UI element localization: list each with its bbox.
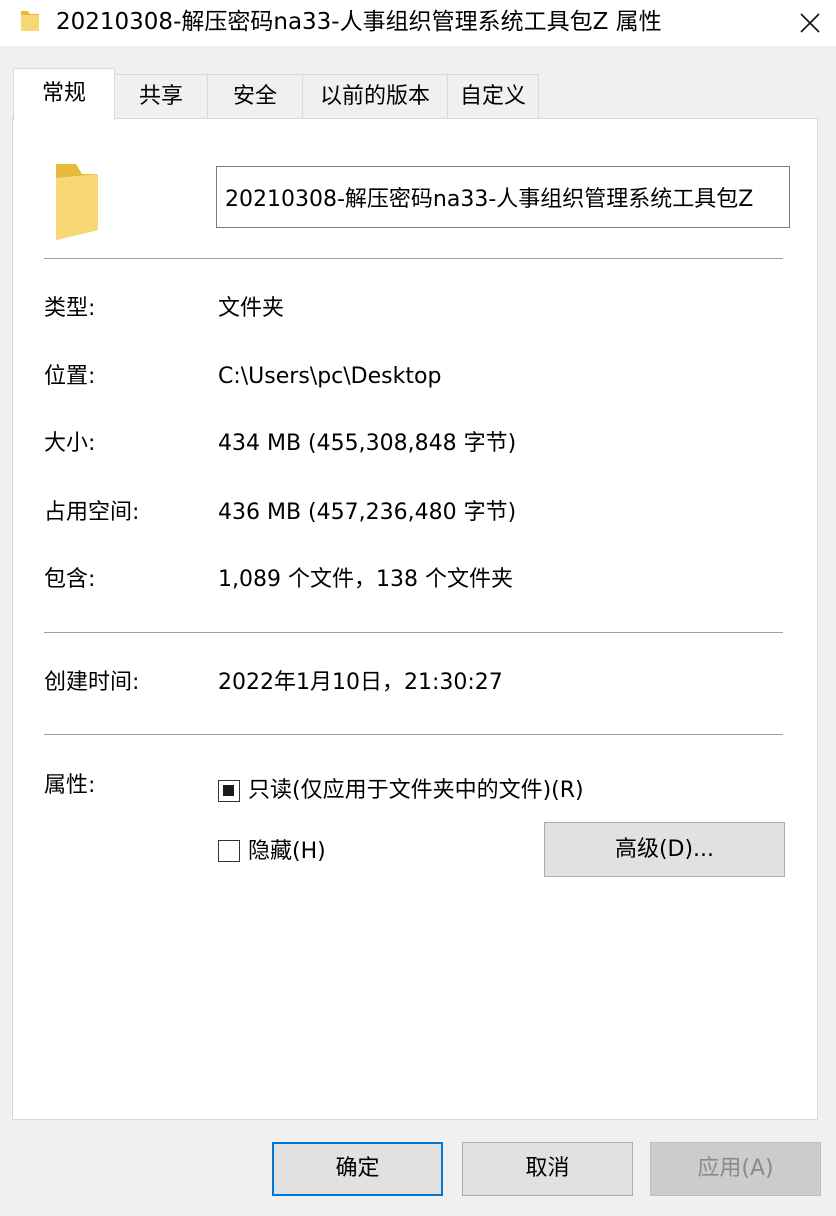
apply-button[interactable]: 应用(A): [650, 1142, 821, 1196]
window-title: 20210308-解压密码na33-人事组织管理系统工具包Z 属性: [56, 9, 662, 35]
type-value: 文件夹: [218, 296, 285, 321]
created-value: 2022年1月10日，21:30:27: [218, 670, 503, 695]
location-label: 位置:: [44, 364, 96, 389]
ok-button[interactable]: 确定: [272, 1142, 443, 1196]
folder-icon: [52, 160, 102, 244]
tab-general[interactable]: 常规: [13, 68, 115, 120]
tab-sharing[interactable]: 共享: [114, 74, 208, 118]
tab-customize[interactable]: 自定义: [447, 74, 539, 118]
cancel-button[interactable]: 取消: [462, 1142, 633, 1196]
size-value: 434 MB (455,308,848 字节): [218, 431, 517, 456]
hidden-label[interactable]: 隐藏(H): [248, 837, 326, 867]
contains-label: 包含:: [44, 567, 96, 592]
created-label: 创建时间:: [44, 670, 140, 695]
contains-value: 1,089 个文件，138 个文件夹: [218, 567, 513, 592]
location-value: C:\Users\pc\Desktop: [218, 364, 442, 389]
indeterminate-mark: [223, 785, 234, 796]
hidden-checkbox[interactable]: [218, 840, 240, 862]
folder-icon: [20, 9, 40, 33]
tab-security[interactable]: 安全: [207, 74, 303, 118]
tab-previous-versions[interactable]: 以前的版本: [302, 74, 448, 118]
size-on-disk-value: 436 MB (457,236,480 字节): [218, 500, 517, 525]
separator: [44, 734, 783, 735]
type-label: 类型:: [44, 296, 96, 321]
separator: [44, 632, 783, 633]
size-on-disk-label: 占用空间:: [44, 500, 140, 525]
size-label: 大小:: [44, 431, 96, 456]
separator: [44, 258, 783, 259]
attributes-label: 属性:: [44, 773, 96, 798]
advanced-button[interactable]: 高级(D)...: [544, 822, 785, 877]
close-icon: [800, 13, 820, 33]
folder-name-input[interactable]: [216, 166, 790, 228]
close-button[interactable]: [784, 0, 836, 46]
general-panel: [12, 118, 818, 1120]
readonly-label[interactable]: 只读(仅应用于文件夹中的文件)(R): [248, 776, 584, 806]
readonly-checkbox[interactable]: [218, 780, 240, 802]
